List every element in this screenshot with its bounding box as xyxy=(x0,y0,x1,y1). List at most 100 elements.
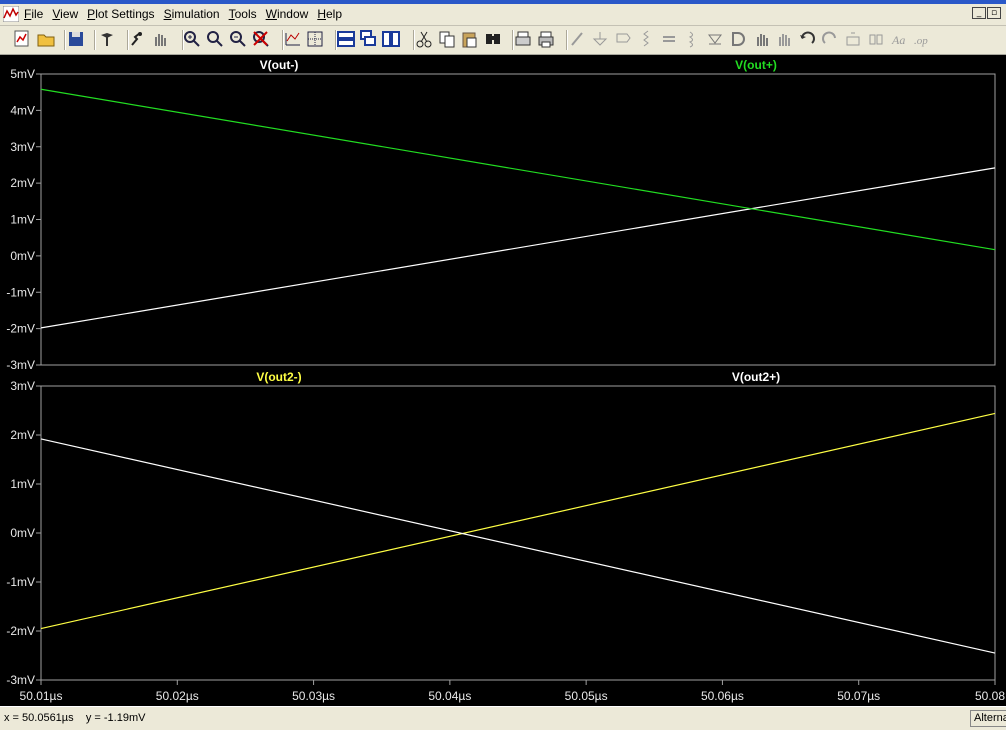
print-preview-icon[interactable] xyxy=(513,29,533,49)
component-icon[interactable] xyxy=(728,29,748,49)
print-icon[interactable] xyxy=(536,29,556,49)
menu-tools[interactable]: Tools xyxy=(223,4,260,25)
menu-label: imulation xyxy=(171,7,220,21)
copy-icon[interactable] xyxy=(437,29,457,49)
move-icon[interactable] xyxy=(751,29,771,49)
run-icon[interactable] xyxy=(127,29,147,49)
plot-frame-top xyxy=(40,73,996,366)
trace-label: V(out2+) xyxy=(732,370,780,384)
x-tick-label: 50.04µs xyxy=(428,689,471,703)
x-tick-label: 50.06µs xyxy=(701,689,744,703)
menu-view[interactable]: View xyxy=(46,4,81,25)
toolbar-separator xyxy=(127,30,129,50)
menu-plot-settings[interactable]: Plot Settings xyxy=(81,4,157,25)
x-tick-label: 50.07µs xyxy=(837,689,880,703)
y-tick-label: 0mV xyxy=(10,249,35,263)
diode-icon[interactable] xyxy=(705,29,725,49)
spice-directive-icon[interactable]: .op xyxy=(912,29,932,49)
halt-icon[interactable] xyxy=(150,29,170,49)
x-tick-label: 50.08 xyxy=(975,689,1005,703)
waveform-viewer[interactable]: 5mV 4mV 3mV 2mV 1mV 0mV -1mV -2mV -3mV V(out-) V(o… xyxy=(0,55,1006,706)
toolbar: Aa .op xyxy=(0,26,1006,55)
save-icon[interactable] xyxy=(66,29,86,49)
menu-bar: File View Plot Settings Simulation Tools Wind… xyxy=(0,4,1006,26)
x-tick-label: 50.05µs xyxy=(565,689,608,703)
label-net-icon[interactable] xyxy=(613,29,633,49)
menu-file[interactable]: File xyxy=(18,4,46,25)
waveform-app-icon[interactable] xyxy=(3,6,19,22)
zoom-area-icon[interactable] xyxy=(182,29,202,49)
menu-label: elp xyxy=(325,7,342,21)
toolbar-separator xyxy=(566,30,568,50)
y-tick-label: 3mV xyxy=(10,140,35,154)
trace-label: V(out+) xyxy=(735,58,777,72)
find-icon[interactable] xyxy=(483,29,503,49)
y-tick-label: 3mV xyxy=(10,379,35,393)
cut-icon[interactable] xyxy=(414,29,434,49)
new-schematic-icon[interactable] xyxy=(12,29,32,49)
control-panel-icon[interactable] xyxy=(97,29,117,49)
zoom-out-icon[interactable] xyxy=(228,29,248,49)
menu-accelerator: H xyxy=(317,7,326,21)
menu-window[interactable]: Window xyxy=(260,4,312,25)
menu-label: iew xyxy=(60,7,79,21)
menu-list: File View Plot Settings Simulation Tools Wind… xyxy=(18,4,345,25)
draw-wire-icon[interactable] xyxy=(567,29,587,49)
menu-accelerator: W xyxy=(265,7,277,21)
toolbar-separator xyxy=(335,30,337,50)
cursor-readout: x = 50.0561µs y = -1.19mV xyxy=(4,712,146,724)
capacitor-icon[interactable] xyxy=(659,29,679,49)
resistor-icon[interactable] xyxy=(636,29,656,49)
y-tick-label: -2mV xyxy=(6,624,35,638)
menu-accelerator: V xyxy=(52,7,61,21)
y-tick-label: -1mV xyxy=(6,575,35,589)
trace-vout2+ xyxy=(40,438,996,654)
grid-icon[interactable] xyxy=(305,29,325,49)
svg-text:.op: .op xyxy=(914,35,928,47)
toolbar-separator xyxy=(512,30,514,50)
trace-vout- xyxy=(40,167,996,329)
tile-horizontal-icon[interactable] xyxy=(336,29,356,49)
y-tick-label: 2mV xyxy=(10,176,35,190)
menu-label: lot Settings xyxy=(95,7,155,21)
status-mode-panel: Alternate xyxy=(970,710,1006,727)
mirror-icon[interactable] xyxy=(866,29,886,49)
trace-label: V(out2-) xyxy=(256,370,301,384)
drag-icon[interactable] xyxy=(774,29,794,49)
x-tick-label: 50.01µs xyxy=(20,689,63,703)
y-tick-label: 4mV xyxy=(10,103,35,117)
minimize-icon[interactable]: _ xyxy=(972,7,986,19)
plot-frame-bottom xyxy=(40,385,996,681)
y-tick-label: -1mV xyxy=(6,285,35,299)
paste-icon[interactable] xyxy=(459,29,479,49)
cascade-icon[interactable] xyxy=(359,29,379,49)
redo-icon[interactable] xyxy=(820,29,840,49)
autorange-icon[interactable] xyxy=(283,29,303,49)
trace-label: V(out-) xyxy=(260,58,299,72)
y-tick-label: 5mV xyxy=(10,67,35,81)
x-tick-label: 50.02µs xyxy=(156,689,199,703)
y-tick-label: 0mV xyxy=(10,526,35,540)
y-tick-label: -3mV xyxy=(6,673,35,687)
menu-help[interactable]: Help xyxy=(311,4,345,25)
plot-canvas[interactable]: 5mV 4mV 3mV 2mV 1mV 0mV -1mV -2mV -3mV V(out-) V(o… xyxy=(0,55,1006,706)
ground-icon[interactable] xyxy=(590,29,610,49)
y-tick-label: 1mV xyxy=(10,477,35,491)
zoom-cancel-icon[interactable] xyxy=(251,29,271,49)
trace-vout2- xyxy=(40,412,996,630)
toolbar-separator xyxy=(282,30,284,50)
y-tick-label: -2mV xyxy=(6,322,35,336)
restore-icon[interactable]: ▫ xyxy=(987,7,1001,19)
inductor-icon[interactable] xyxy=(682,29,702,49)
y-tick-label: 2mV xyxy=(10,428,35,442)
y-tick-label: -3mV xyxy=(6,358,35,372)
rotate-icon[interactable] xyxy=(843,29,863,49)
zoom-in-icon[interactable] xyxy=(205,29,225,49)
y-tick-label: 1mV xyxy=(10,213,35,227)
tile-vertical-icon[interactable] xyxy=(381,29,401,49)
open-icon[interactable] xyxy=(36,29,56,49)
undo-icon[interactable] xyxy=(797,29,817,49)
status-bar: x = 50.0561µs y = -1.19mV Alternate xyxy=(0,706,1006,730)
menu-simulation[interactable]: Simulation xyxy=(158,4,223,25)
text-icon[interactable]: Aa xyxy=(889,29,909,49)
